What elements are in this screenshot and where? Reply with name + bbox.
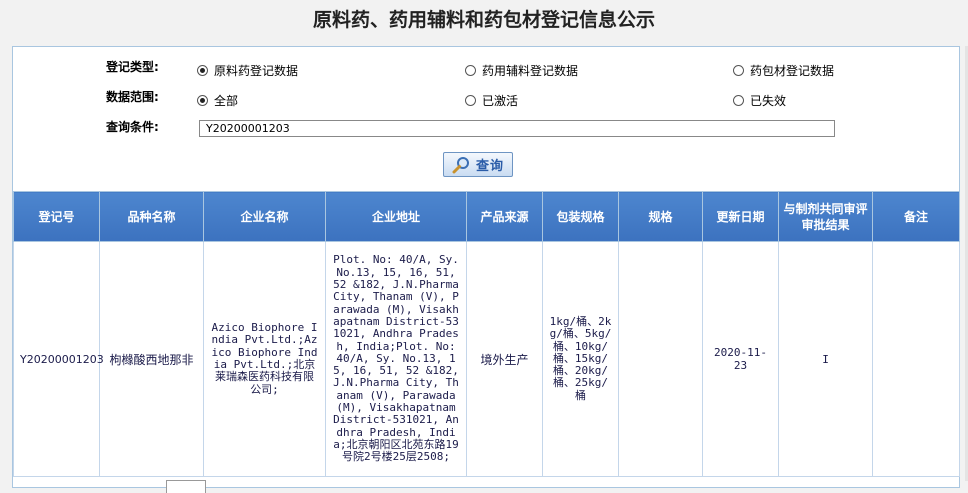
col-updated: 更新日期 [702, 191, 779, 242]
cell-remark [872, 241, 960, 477]
radio-unchecked-icon [733, 65, 744, 76]
radio-label: 原料药登记数据 [214, 64, 299, 78]
radio-unchecked-icon [465, 65, 476, 76]
col-remark: 备注 [872, 191, 960, 242]
page-title: 原料药、药用辅料和药包材登记信息公示 [312, 9, 655, 31]
cell-updated: 2020-11-23 [702, 241, 779, 477]
cell-review-result: I [778, 241, 873, 477]
cell-source: 境外生产 [466, 241, 543, 477]
radio-scope-all[interactable]: 全部 [197, 92, 238, 109]
col-packaging: 包装规格 [542, 191, 619, 242]
radio-checked-icon [197, 95, 208, 106]
search-panel: 登记类型: 原料药登记数据 药用辅料登记数据 药包材登记数据 数据范围: 全部 … [12, 46, 960, 493]
radio-checked-icon [197, 65, 208, 76]
pager-input[interactable] [166, 480, 206, 493]
table-header-row: 登记号 品种名称 企业名称 企业地址 产品来源 包装规格 规格 更新日期 与制剂… [13, 191, 960, 242]
query-label: 查询条件: [106, 120, 159, 134]
radio-label: 全部 [214, 94, 239, 108]
cell-product: 枸橼酸西地那非 [99, 241, 204, 477]
cell-spec [618, 241, 703, 477]
col-spec: 规格 [618, 191, 703, 242]
radio-label: 药用辅料登记数据 [482, 64, 579, 78]
cell-reg-no: Y20200001203 [13, 241, 104, 477]
col-product: 品种名称 [99, 191, 204, 242]
radio-label: 已激活 [482, 94, 519, 108]
col-source: 产品来源 [466, 191, 543, 242]
radio-label: 药包材登记数据 [750, 64, 835, 78]
radio-scope-expired[interactable]: 已失效 [733, 92, 786, 109]
query-button[interactable]: 查询 [443, 152, 513, 177]
cell-packaging: 1kg/桶、2kg/桶、5kg/桶、10kg/桶、15kg/桶、20kg/桶、2… [542, 241, 619, 477]
radio-unchecked-icon [465, 95, 476, 106]
col-address: 企业地址 [325, 191, 467, 242]
col-reg-no: 登记号 [13, 191, 100, 242]
col-company: 企业名称 [203, 191, 326, 242]
table-row: Y20200001203 枸橼酸西地那非 Azico Biophore Indi… [13, 241, 960, 477]
radio-unchecked-icon [733, 95, 744, 106]
query-input[interactable] [199, 120, 835, 137]
cell-address: Plot. No: 40/A, Sy. No.13, 15, 16, 51, 5… [325, 241, 467, 477]
type-label: 登记类型: [106, 60, 159, 74]
radio-type-api[interactable]: 原料药登记数据 [197, 62, 298, 79]
query-button-label: 查询 [475, 159, 504, 174]
radio-scope-active[interactable]: 已激活 [465, 92, 518, 109]
col-review-result: 与制剂共同审评审批结果 [778, 191, 873, 242]
scope-label: 数据范围: [106, 90, 159, 104]
cell-company: Azico Biophore India Pvt.Ltd.;Azico Biop… [203, 241, 326, 477]
radio-label: 已失效 [750, 94, 787, 108]
radio-type-packaging[interactable]: 药包材登记数据 [733, 62, 834, 79]
magnifier-icon [452, 156, 469, 173]
result-table: 登记号 品种名称 企业名称 企业地址 产品来源 包装规格 规格 更新日期 与制剂… [13, 191, 960, 477]
radio-type-excipient[interactable]: 药用辅料登记数据 [465, 62, 578, 79]
